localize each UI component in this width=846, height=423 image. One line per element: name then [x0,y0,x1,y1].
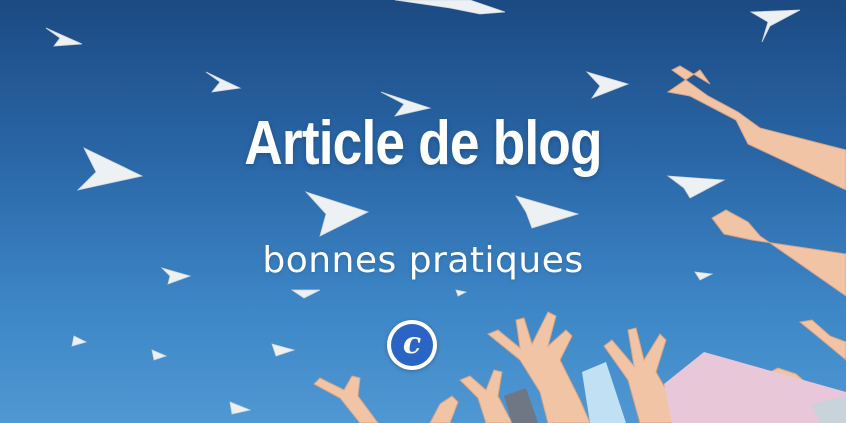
logo-letter: c [391,324,433,366]
brand-logo: c [387,320,437,370]
paper-plane-icon [205,71,242,93]
blog-banner: Article de blog bonnes pratiques c [0,0,846,423]
paper-plane-icon [749,9,801,43]
raised-hand [313,375,379,423]
banner-subtitle: bonnes pratiques [262,240,584,281]
paper-plane-icon [455,289,468,297]
paper-plane-icon [290,289,321,299]
raised-hand [429,395,459,423]
paper-plane-icon [45,27,83,47]
paper-plane-icon [585,71,630,99]
paper-plane-icon [229,401,252,415]
sleeve [582,362,626,423]
banner-title: Article de blog [244,109,602,178]
paper-plane-icon [666,175,726,199]
raised-hand [798,319,846,361]
paper-plane-icon [394,0,506,15]
paper-plane-icon [151,349,168,361]
paper-plane-icon [304,191,370,237]
paper-plane-icon [71,335,88,347]
paper-plane-icon [515,195,580,229]
paper-plane-icon [271,343,296,357]
